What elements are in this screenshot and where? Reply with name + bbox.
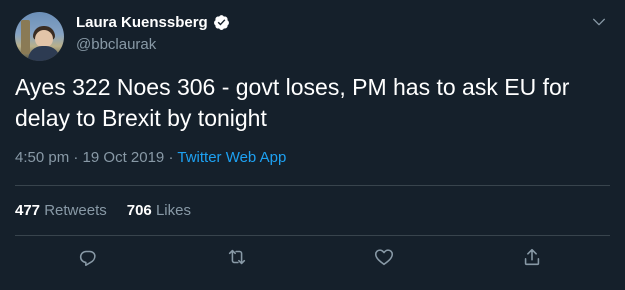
- tweet-date[interactable]: 19 Oct 2019: [83, 149, 165, 166]
- tweet-text: Ayes 322 Noes 306 - govt loses, PM has t…: [15, 74, 570, 131]
- tweet-time[interactable]: 4:50 pm: [15, 149, 69, 166]
- retweets-stat[interactable]: 477 Retweets: [15, 202, 107, 219]
- tweet-meta: 4:50 pm · 19 Oct 2019 · Twitter Web App: [15, 149, 286, 166]
- meta-separator-2: ·: [168, 149, 174, 166]
- retweets-label: Retweets: [44, 202, 107, 219]
- likes-label: Likes: [155, 202, 191, 219]
- share-icon[interactable]: [521, 246, 543, 268]
- reply-icon[interactable]: [77, 246, 99, 268]
- heart-icon[interactable]: [373, 246, 395, 268]
- author-handle[interactable]: @bbclaurak: [76, 36, 156, 53]
- divider-top: [15, 185, 610, 186]
- divider-bottom: [15, 235, 610, 236]
- tweet-source-link[interactable]: Twitter Web App: [177, 149, 286, 166]
- retweets-count: 477: [15, 202, 41, 219]
- meta-separator: ·: [73, 149, 79, 166]
- display-name[interactable]: Laura Kuenssberg: [76, 14, 208, 31]
- tweet-stats: 477 Retweets 706 Likes: [15, 202, 191, 219]
- likes-stat[interactable]: 706 Likes: [127, 202, 191, 219]
- verified-badge-icon: [213, 15, 229, 30]
- tweet-actions: [0, 246, 625, 276]
- avatar[interactable]: [15, 12, 64, 61]
- likes-count: 706: [126, 202, 152, 219]
- author-name-row[interactable]: Laura Kuenssberg: [76, 14, 230, 31]
- chevron-down-icon[interactable]: [591, 14, 607, 30]
- retweet-icon[interactable]: [226, 246, 248, 268]
